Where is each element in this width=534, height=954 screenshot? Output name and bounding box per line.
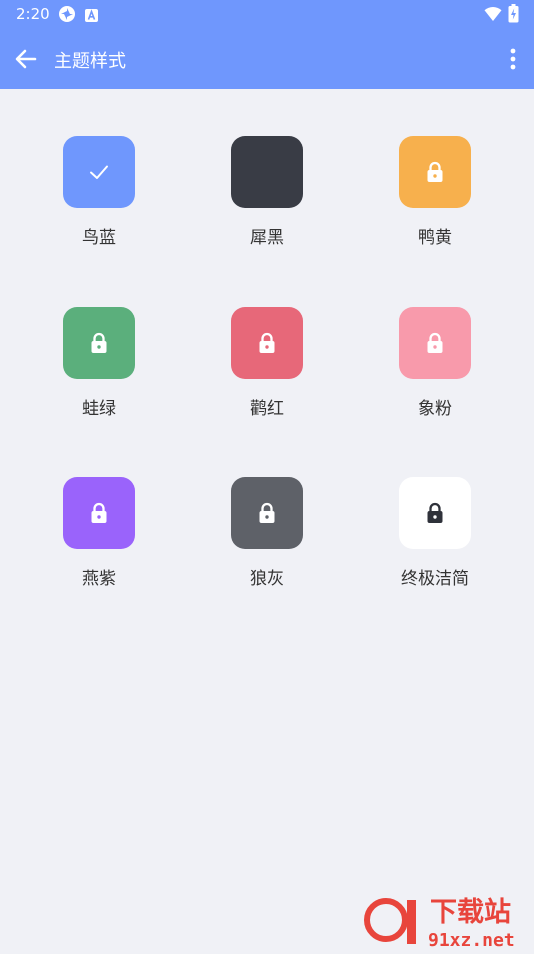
lock-icon: [259, 502, 275, 523]
theme-swatch: [63, 136, 135, 208]
theme-option[interactable]: 蛙绿: [39, 307, 159, 427]
watermark-brand: 下载站: [430, 897, 511, 928]
theme-option[interactable]: 狼灰: [207, 477, 327, 597]
more-options-button[interactable]: [506, 45, 520, 73]
theme-option[interactable]: 燕紫: [39, 477, 159, 597]
theme-label: 狼灰: [250, 569, 284, 589]
back-button[interactable]: [12, 45, 40, 73]
lock-icon: [427, 332, 443, 353]
theme-swatch: [231, 307, 303, 379]
status-bar: 2:20: [0, 0, 534, 28]
lock-icon: [427, 161, 443, 182]
check-icon: [90, 165, 108, 179]
theme-option[interactable]: 鸟蓝: [39, 136, 159, 256]
lock-icon: [427, 502, 443, 523]
theme-option[interactable]: 象粉: [375, 307, 495, 427]
theme-swatch: [231, 136, 303, 208]
theme-option[interactable]: 鸭黄: [375, 136, 495, 256]
app-bar: 主题样式: [0, 28, 534, 89]
theme-swatch: [399, 136, 471, 208]
watermark-site: 91xz.net: [428, 930, 515, 950]
theme-label: 蛙绿: [82, 399, 116, 419]
status-time: 2:20: [16, 5, 50, 23]
theme-swatch: [63, 307, 135, 379]
theme-swatch: [399, 477, 471, 549]
wifi-icon: [484, 6, 502, 24]
more-vert-icon: [510, 48, 516, 70]
theme-label: 鸟蓝: [82, 228, 116, 248]
lock-icon: [259, 332, 275, 353]
battery-charging-icon: [508, 4, 519, 23]
theme-label: 鹳红: [250, 399, 284, 419]
watermark: 下载站 91xz.net: [364, 886, 534, 951]
a-notification-icon: [85, 7, 98, 22]
lock-icon: [91, 502, 107, 523]
theme-option[interactable]: 终极洁简: [375, 477, 495, 597]
theme-label: 象粉: [418, 399, 452, 419]
theme-swatch: [63, 477, 135, 549]
arrow-left-icon: [15, 49, 37, 69]
theme-label: 终极洁简: [401, 569, 469, 589]
theme-label: 鸭黄: [418, 228, 452, 248]
lock-icon: [91, 332, 107, 353]
theme-option[interactable]: 犀黑: [207, 136, 327, 256]
pinwheel-icon: [58, 5, 76, 23]
page-title: 主题样式: [54, 51, 126, 72]
theme-swatch: [231, 477, 303, 549]
theme-option[interactable]: 鹳红: [207, 307, 327, 427]
theme-label: 犀黑: [250, 228, 284, 248]
theme-swatch: [399, 307, 471, 379]
theme-label: 燕紫: [82, 569, 116, 589]
